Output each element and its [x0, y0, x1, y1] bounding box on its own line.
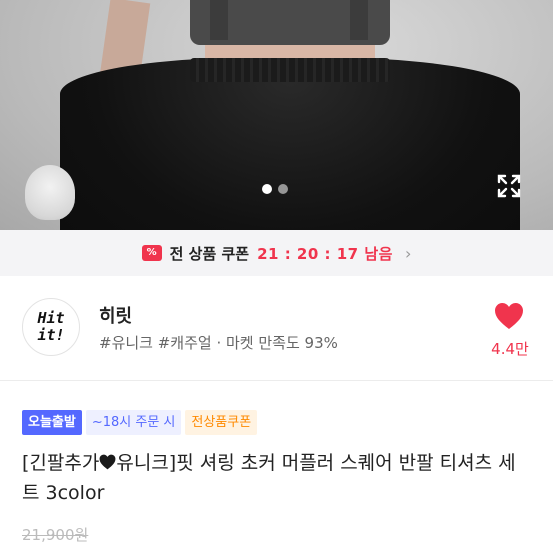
- product-image[interactable]: [0, 0, 553, 230]
- like-count: 4.4만: [491, 340, 529, 358]
- product-title: [긴팔추가 유니크]핏 셔링 초커 머플러 스퀘어 반팔 티셔츠 세트 3colo…: [22, 448, 532, 508]
- badge-coupon: 전상품쿠폰: [185, 410, 258, 435]
- expand-icon[interactable]: [496, 173, 522, 199]
- carousel-dot[interactable]: [278, 184, 288, 194]
- heart-icon[interactable]: [494, 302, 524, 330]
- shop-logo-text: Hit: [37, 309, 65, 327]
- product-title-text: [긴팔추가: [22, 452, 100, 474]
- photo-strap: [350, 0, 368, 40]
- badge-order-deadline: ~18시 주문 시: [85, 410, 182, 435]
- coupon-timer: 21 : 20 : 17 남음: [257, 244, 393, 263]
- photo-skirt: [60, 58, 520, 230]
- shop-tags: #유니크 #캐주얼 · 마켓 만족도 93%: [99, 334, 338, 352]
- photo-waistband: [190, 58, 390, 82]
- coupon-bar[interactable]: % 전 상품 쿠폰 21 : 20 : 17 남음 ›: [0, 230, 553, 276]
- photo-strap: [210, 0, 228, 40]
- shop-info: Hit it! 히릿 #유니크 #캐주얼 · 마켓 만족도 93% 4.4만: [0, 276, 553, 380]
- shop-logo[interactable]: Hit it!: [22, 298, 80, 356]
- product-badges: 오늘출발 ~18시 주문 시 전상품쿠폰: [22, 410, 258, 435]
- badge-today-shipping: 오늘출발: [22, 410, 82, 435]
- shop-logo-text: it!: [37, 326, 65, 344]
- coupon-label: 전 상품 쿠폰: [169, 244, 250, 263]
- shop-name[interactable]: 히릿: [99, 302, 132, 328]
- coupon-ticket-icon: %: [141, 245, 162, 261]
- carousel-indicator: [262, 184, 288, 194]
- photo-plush-toy: [25, 165, 75, 220]
- chevron-right-icon: ›: [404, 243, 412, 263]
- original-price: 21,900원: [22, 526, 89, 544]
- black-heart-icon: [99, 454, 116, 470]
- section-divider: [0, 380, 553, 381]
- carousel-dot[interactable]: [262, 184, 272, 194]
